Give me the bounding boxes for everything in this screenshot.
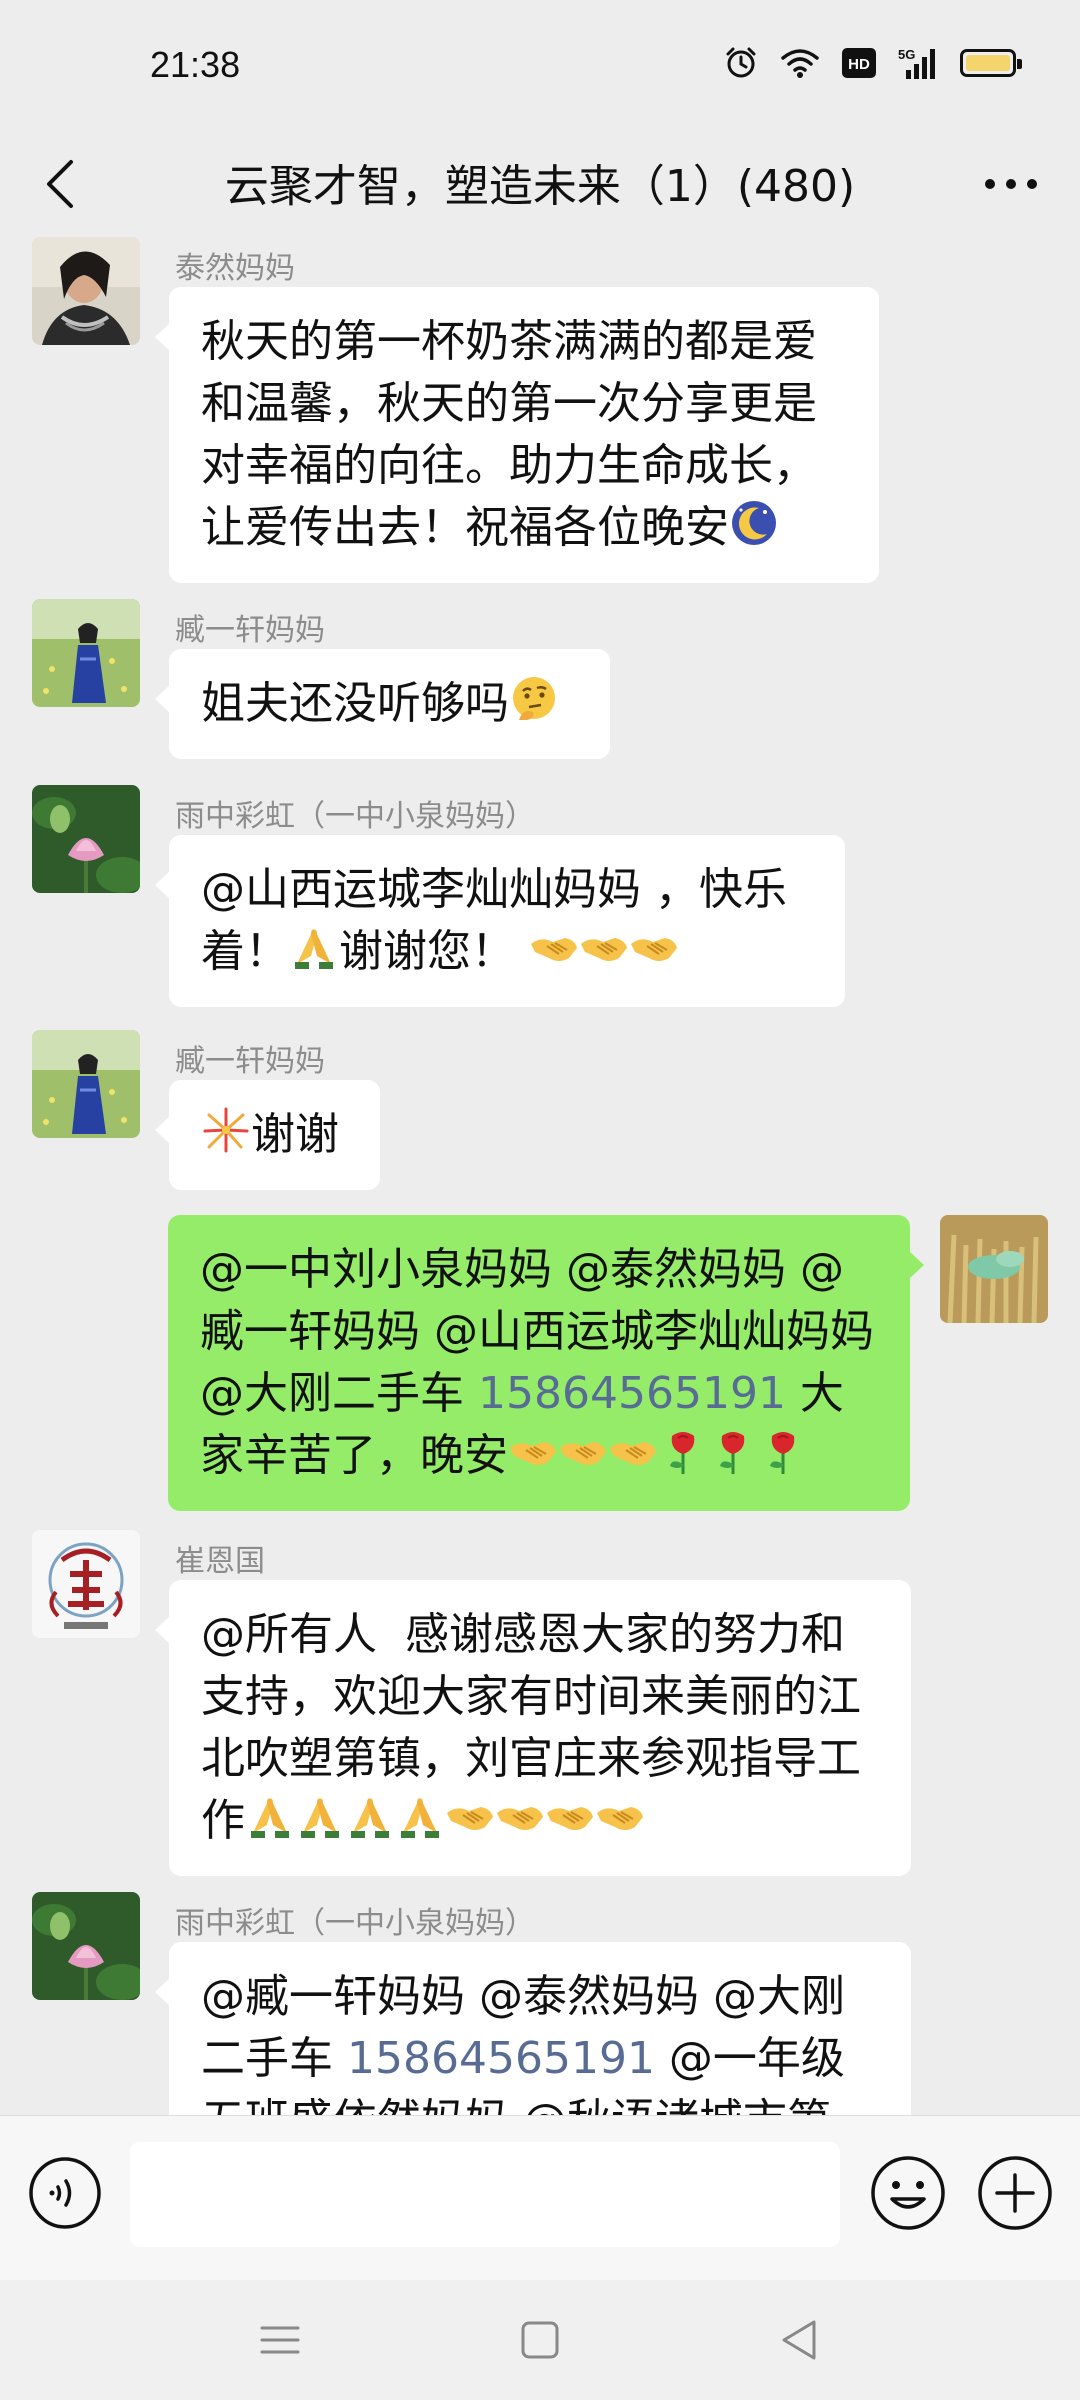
fireworks-emoji [201,1105,251,1155]
back-button[interactable] [20,144,100,224]
system-navigation-bar [0,2280,1080,2400]
more-dots-icon [985,179,1037,189]
sender-name: 崔恩国 [175,1544,265,1579]
rose-emoji [658,1426,708,1476]
square-icon [521,2321,559,2359]
avatar[interactable] [32,1530,140,1638]
sender-name: 雨中彩虹（一中小泉妈妈） [175,1906,535,1941]
triangle-back-icon [782,2320,816,2360]
hd-icon: HD [842,48,876,78]
more-options-button[interactable] [966,144,1056,224]
sender-name: 泰然妈妈 [175,251,295,286]
message-bubble-outgoing[interactable]: @一中刘小泉妈妈 @泰然妈妈 @臧一轩妈妈 @山西运城李灿灿妈妈 @大刚二手车 … [168,1215,924,1511]
rose-emoji [758,1426,808,1476]
avatar-self[interactable] [940,1215,1048,1323]
svg-text:HD: HD [848,56,870,73]
message-text-line: 着！ [201,926,289,977]
message-bubble[interactable]: @山西运城李灿灿妈妈 ，快乐 着！ 谢谢您！ [155,835,845,1007]
battery-icon [960,49,1022,77]
chat-header: 云聚才智，塑造未来（1）(480) [0,130,1080,235]
thinking-face-emoji [509,674,559,724]
status-time: 21:38 [150,44,241,85]
svg-text:5G: 5G [898,47,915,62]
phone-link[interactable]: 15864565191 [347,2033,655,2084]
sender-name: 臧一轩妈妈 [175,1044,325,1079]
wifi-icon [780,47,820,79]
menu-lines-icon [260,2326,300,2354]
handshake-emoji [529,922,579,972]
message-text: 谢谢 [251,1109,339,1160]
handshake-emoji [545,1791,595,1841]
input-bar [0,2115,1080,2281]
avatar[interactable] [32,785,140,893]
avatar[interactable] [32,237,140,345]
message-bubble[interactable]: 秋天的第一杯奶茶满满的都是爱和温馨，秋天的第一次分享更是对幸福的向往。助力生命成… [155,287,879,583]
rose-emoji [708,1426,758,1476]
message-bubble[interactable]: 姐夫还没听够吗 [155,649,610,759]
voice-icon [29,2157,101,2229]
sender-name: 雨中彩虹（一中小泉妈妈） [175,799,535,834]
avatar[interactable] [32,1892,140,2000]
message-bubble[interactable]: 谢谢 [155,1080,380,1190]
moon-sleep-emoji [729,498,779,548]
home-button[interactable] [510,2310,570,2370]
folded-hands-emoji [345,1791,395,1841]
message-text-line: @山西运城李灿灿妈妈 ，快乐 [201,864,787,915]
chevron-left-icon [47,160,73,208]
message-bubble[interactable]: @所有人 感谢感恩大家的努力和支持，欢迎大家有时间来美丽的江北吹塑第镇，刘官庄来… [155,1580,911,1876]
handshake-emoji [595,1791,645,1841]
handshake-emoji [629,922,679,972]
back-nav-button[interactable] [770,2310,830,2370]
message-bubble[interactable]: @臧一轩妈妈 @泰然妈妈 @大刚二手车 15864565191 @一年级五班盛依… [155,1942,911,2115]
recent-apps-button[interactable] [250,2310,310,2370]
smiley-icon [871,2156,945,2230]
phone-link[interactable]: 15864565191 [478,1368,786,1419]
5g-signal-icon: 5G [898,46,938,80]
avatar[interactable] [32,1030,140,1138]
status-icons: HD 5G [724,46,1022,80]
folded-hands-emoji [295,1791,345,1841]
message-input[interactable] [130,2142,840,2247]
folded-hands-emoji [395,1791,445,1841]
alarm-icon [724,46,758,80]
handshake-emoji [558,1426,608,1476]
handshake-emoji [508,1426,558,1476]
battery-level [966,55,1010,71]
message-list[interactable]: 泰然妈妈 秋天的第一杯奶茶满满的都是爱和温馨，秋天的第一次分享更是对幸福的向往。… [0,235,1080,2115]
avatar[interactable] [32,599,140,707]
message-text: 秋天的第一杯奶茶满满的都是爱和温馨，秋天的第一次分享更是对幸福的向往。助力生命成… [201,316,817,553]
handshake-emoji [445,1791,495,1841]
plus-circle-icon [978,2156,1052,2230]
sender-name: 臧一轩妈妈 [175,613,325,648]
emoji-button[interactable] [868,2153,948,2233]
message-text-line: 谢谢您！ [339,926,515,977]
more-functions-button[interactable] [975,2153,1055,2233]
chat-title: 云聚才智，塑造未来（1）(480) [224,161,856,212]
message-text: 姐夫还没听够吗 [201,678,509,729]
handshake-emoji [608,1426,658,1476]
status-bar: 21:38 HD 5G [0,0,1080,130]
voice-input-button[interactable] [28,2156,102,2230]
handshake-emoji [579,922,629,972]
handshake-emoji [495,1791,545,1841]
folded-hands-emoji [289,922,339,972]
folded-hands-emoji [245,1791,295,1841]
